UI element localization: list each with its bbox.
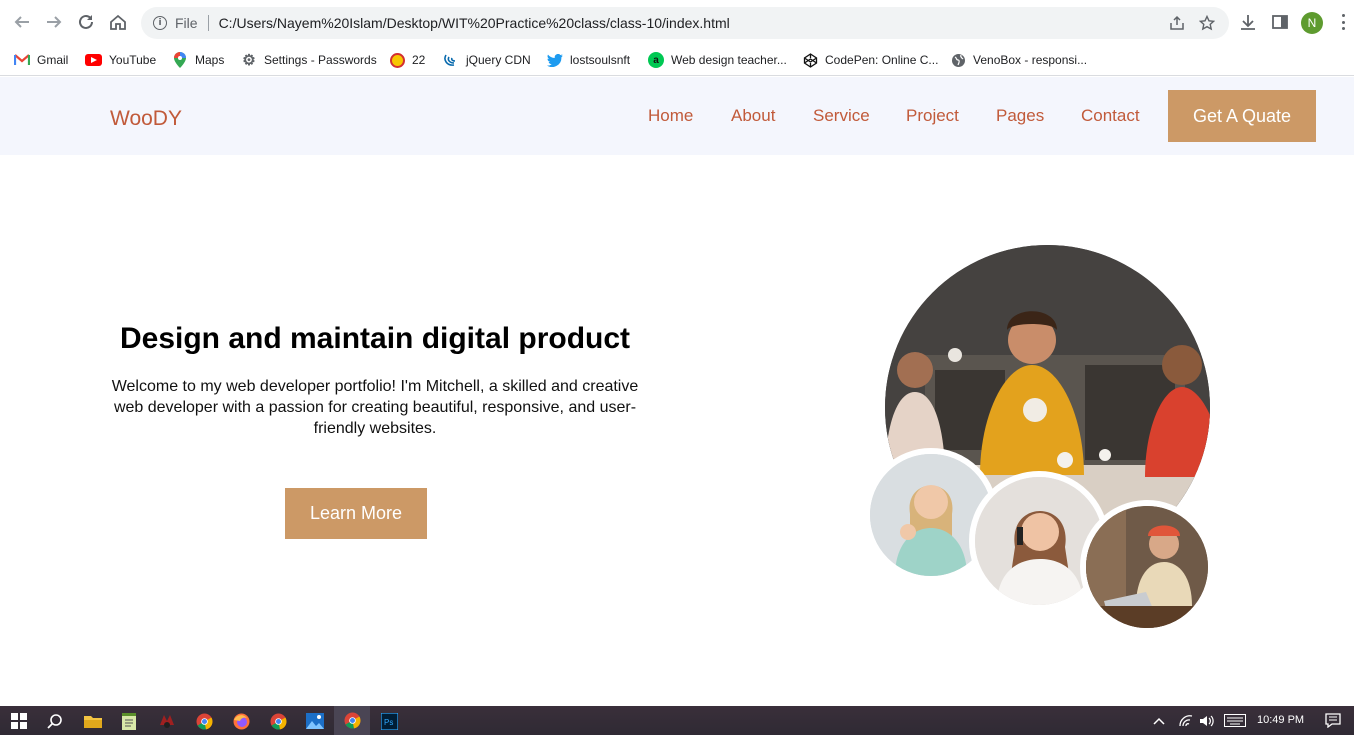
hero-description: Welcome to my web developer portfolio! I… [111,378,639,437]
notifications-icon[interactable] [1325,713,1341,728]
gear-icon: ⚙ [242,52,256,69]
back-button[interactable] [12,12,32,32]
maps-icon [172,52,188,68]
bangladesh-seal-icon [390,52,405,68]
windows-start-icon[interactable] [8,710,30,732]
avatar-photo-man-laptop [1080,500,1214,634]
photoshop-icon[interactable]: Ps [378,710,400,732]
clock[interactable]: 10:49 PM [1257,714,1304,726]
bookmark-label: Web design teacher... [671,53,787,67]
file-explorer-icon[interactable] [82,710,104,732]
keyboard-icon[interactable] [1224,714,1246,727]
url-text[interactable]: C:/Users/Nayem%20Islam/Desktop/WIT%20Pra… [219,15,730,31]
forward-button[interactable] [44,12,64,32]
bookmark-settings-passwords[interactable]: ⚙ Settings - Passwords [241,51,377,69]
photos-icon[interactable] [304,710,326,732]
nav-pages[interactable]: Pages [996,106,1044,126]
reload-icon [79,14,93,29]
portrait-illustration [1086,506,1208,628]
nav-service[interactable]: Service [813,106,870,126]
bookmark-label: 22 [412,53,426,67]
hero-title: Design and maintain digital product [119,322,631,355]
bookmark-label: Maps [195,53,225,67]
site-logo[interactable]: WooDY [110,107,182,131]
profile-avatar[interactable]: N [1301,12,1323,34]
globe-icon [950,52,966,68]
bookmark-venobox[interactable]: VenoBox - responsi... [950,51,1087,69]
bookmark-22[interactable]: 22 [390,51,425,69]
jquery-icon [443,52,459,68]
address-bar[interactable]: i File C:/Users/Nayem%20Islam/Desktop/WI… [141,7,1229,39]
scheme-label: File [175,15,198,31]
game-icon[interactable] [156,710,178,732]
gmail-icon [14,52,30,68]
nav-home[interactable]: Home [648,106,693,126]
get-a-quote-button[interactable]: Get A Quate [1168,90,1316,142]
bookmark-label: Gmail [37,53,69,67]
browser-toolbar: i File C:/Users/Nayem%20Islam/Desktop/WI… [0,0,1354,44]
arrow-right-icon [47,16,62,28]
learn-more-button[interactable]: Learn More [285,488,427,539]
volume-icon[interactable] [1199,714,1215,728]
bookmark-web-design-teacher[interactable]: a Web design teacher... [648,51,787,69]
bookmark-label: Settings - Passwords [264,53,377,67]
chrome-icon[interactable] [267,710,289,732]
twitter-icon [547,52,563,68]
bookmark-lostsoulsnft[interactable]: lostsoulsnft [547,51,630,69]
svg-text:Ps: Ps [384,718,393,727]
arrow-left-icon [14,16,29,28]
chrome-icon[interactable] [334,706,370,735]
home-button[interactable] [108,12,128,32]
youtube-icon [85,54,102,66]
search-icon[interactable] [44,710,66,732]
firefox-icon[interactable] [230,710,252,732]
menu-kebab-icon[interactable] [1342,14,1346,30]
windows-taskbar: Ps 10:49 PM [0,706,1354,735]
chevron-up-icon[interactable] [1153,716,1165,726]
codepen-icon [802,52,818,68]
alibaba-icon: a [648,52,664,68]
bookmark-label: CodePen: Online C... [825,53,939,67]
download-icon[interactable] [1239,13,1257,31]
chrome-icon[interactable] [193,710,215,732]
bookmark-label: VenoBox - responsi... [973,53,1088,67]
reload-button[interactable] [76,12,96,32]
home-icon [110,14,126,30]
nav-project[interactable]: Project [906,106,959,126]
notepad-icon[interactable] [118,710,140,732]
bookmarks-bar: Gmail YouTube Maps ⚙ Settings - Password… [0,44,1354,76]
bookmark-label: jQuery CDN [466,53,531,67]
nav-about[interactable]: About [731,106,775,126]
bookmark-label: YouTube [109,53,157,67]
network-icon[interactable] [1178,714,1194,728]
star-icon[interactable] [1199,15,1215,31]
bookmark-jquery-cdn[interactable]: jQuery CDN [443,51,531,69]
bookmark-label: lostsoulsnft [570,53,631,67]
info-icon[interactable]: i [153,16,167,30]
nav-contact[interactable]: Contact [1081,106,1140,126]
share-icon[interactable] [1169,15,1185,31]
bookmark-codepen[interactable]: CodePen: Online C... [802,51,938,69]
bookmark-maps[interactable]: Maps [172,51,224,69]
site-header: WooDY Home About Service Project Pages C… [0,77,1354,155]
side-panel-icon[interactable] [1271,13,1289,31]
bookmark-gmail[interactable]: Gmail [14,51,68,69]
divider [207,15,209,31]
bookmark-youtube[interactable]: YouTube [85,51,156,69]
